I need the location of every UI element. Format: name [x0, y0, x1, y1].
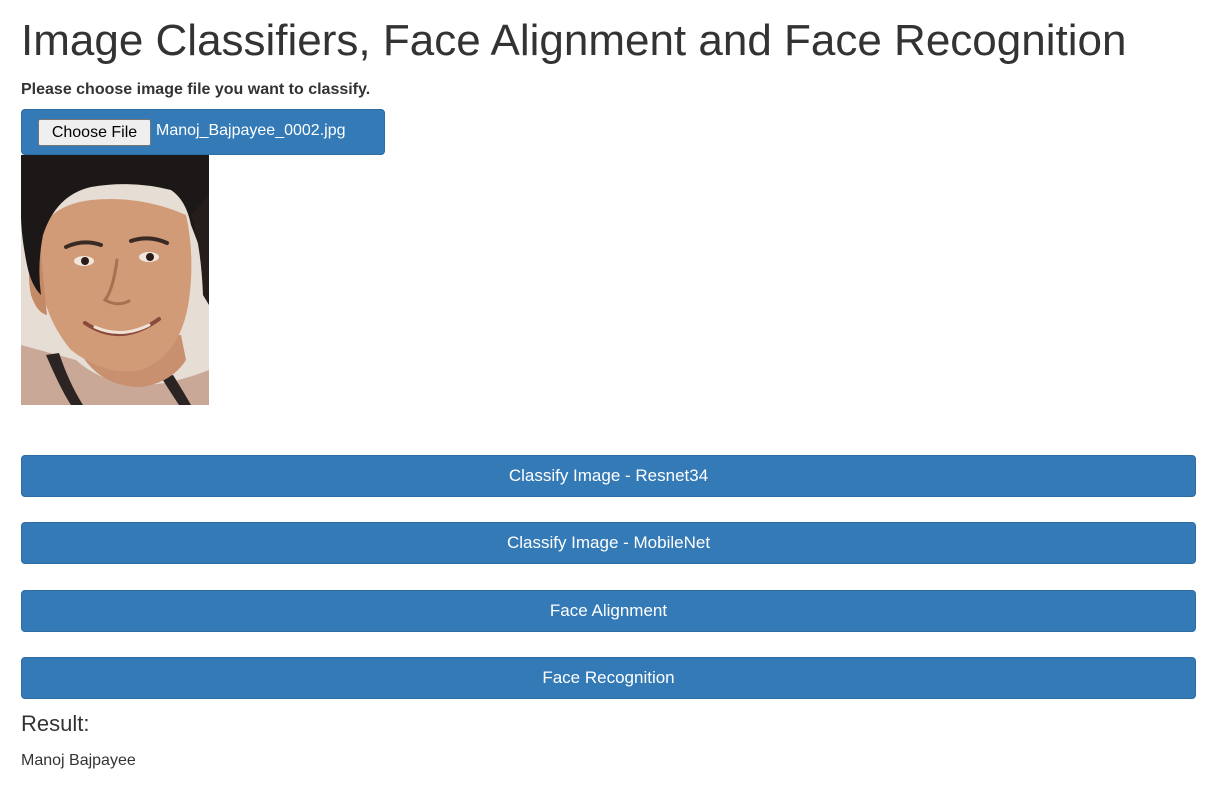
file-input[interactable]: Choose File Manoj_Bajpayee_0002.jpg: [21, 109, 385, 155]
page: Image Classifiers, Face Alignment and Fa…: [0, 0, 1211, 788]
result-label: Result:: [21, 711, 90, 736]
classify-resnet-button[interactable]: Classify Image - Resnet34: [21, 455, 1196, 497]
selected-file-name: Manoj_Bajpayee_0002.jpg: [156, 122, 346, 139]
face-alignment-button[interactable]: Face Alignment: [21, 590, 1196, 632]
result-value: Manoj Bajpayee: [21, 752, 136, 769]
file-prompt: Please choose image file you want to cla…: [21, 81, 371, 98]
page-title: Image Classifiers, Face Alignment and Fa…: [21, 16, 1127, 65]
face-photo: [21, 155, 209, 405]
image-preview: [21, 155, 209, 405]
face-recognition-button[interactable]: Face Recognition: [21, 657, 1196, 699]
choose-file-button[interactable]: Choose File: [38, 119, 151, 146]
classify-mobilenet-button[interactable]: Classify Image - MobileNet: [21, 522, 1196, 564]
